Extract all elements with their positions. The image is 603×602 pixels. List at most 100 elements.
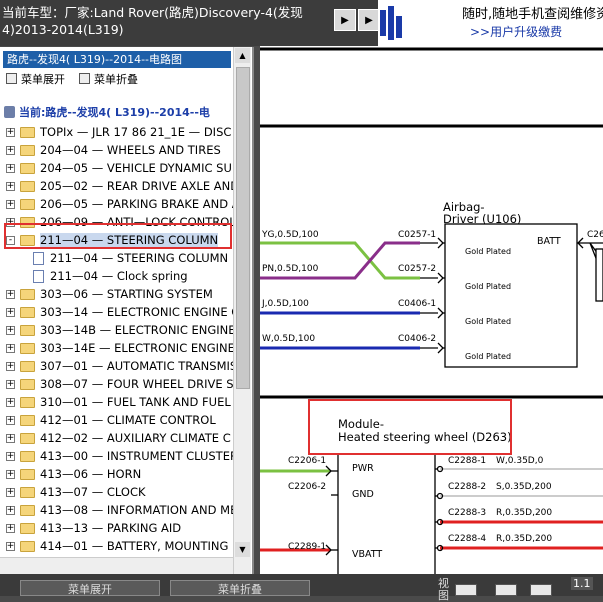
wire-label: W,0.5D,100: [262, 334, 315, 344]
top-bar: 当前车型：厂家:Land Rover(路虎)Discovery-4(发现 4)2…: [0, 0, 603, 46]
expand-toggle-icon[interactable]: +: [6, 145, 15, 155]
expand-toggle-icon[interactable]: +: [6, 307, 15, 317]
tree-hscrollbar[interactable]: [0, 557, 233, 574]
tree-panel: 路虎--发现4( L319)--2014--电路图 菜单展开 菜单折叠 当前:路…: [0, 47, 254, 574]
expand-toggle-icon[interactable]: +: [6, 289, 15, 299]
current-path: 当前:路虎--发现4( L319)--2014--电: [4, 104, 210, 120]
batt-label: BATT: [537, 236, 561, 247]
folder-icon: [20, 396, 35, 408]
tree-node[interactable]: +414—01 — BATTERY, MOUNTING: [6, 537, 228, 555]
tree-node[interactable]: +413—06 — HORN: [6, 465, 141, 483]
tree-panel-header: 路虎--发现4( L319)--2014--电路图: [3, 51, 231, 68]
connector-label: C0257-2: [398, 264, 436, 274]
tree-label: 412—01 — CLIMATE CONTROL: [40, 413, 216, 427]
tree-label: 204—04 — WHEELS AND TIRES: [40, 143, 221, 157]
tree-node[interactable]: +204—04 — WHEELS AND TIRES: [6, 141, 221, 159]
tree-label: 413—07 — CLOCK: [40, 485, 146, 499]
nav-next-button[interactable]: ▶: [334, 9, 356, 31]
expand-menu-button[interactable]: 菜单展开: [20, 580, 160, 596]
tree-node[interactable]: +205—02 — REAR DRIVE AXLE AND: [6, 177, 239, 195]
pin-label: Gold Plated: [465, 352, 511, 361]
arrow-right-icon: ▶: [365, 14, 373, 26]
expand-toggle-icon[interactable]: +: [6, 469, 15, 479]
tree-node[interactable]: +206—05 — PARKING BRAKE AND A: [6, 195, 240, 213]
expand-toggle-icon[interactable]: +: [6, 487, 15, 497]
expand-toggle-icon[interactable]: +: [6, 433, 15, 443]
view-button[interactable]: [495, 584, 517, 596]
promo-banner[interactable]: 随时,随地手机查阅维修资 >>用户升级缴费: [378, 0, 603, 46]
menu-expand-item[interactable]: 菜单展开: [6, 71, 65, 87]
tree-node[interactable]: +307—01 — AUTOMATIC TRANSMIS: [6, 357, 237, 375]
folder-icon: [20, 180, 35, 192]
tree-node[interactable]: +413—13 — PARKING AID: [6, 519, 181, 537]
connector-label: C0257-1: [398, 230, 436, 240]
arrow-right-icon: ▶: [341, 14, 349, 26]
tree-node[interactable]: +413—08 — INFORMATION AND ME: [6, 501, 237, 519]
folder-icon: [20, 378, 35, 390]
tree-node[interactable]: +310—01 — FUEL TANK AND FUEL: [6, 393, 231, 411]
tree-label: 413—06 — HORN: [40, 467, 142, 481]
tree-node[interactable]: +303—06 — STARTING SYSTEM: [6, 285, 213, 303]
menu-collapse-item[interactable]: 菜单折叠: [79, 71, 138, 87]
tree-label: 413—08 — INFORMATION AND ME: [40, 503, 238, 517]
version-label: 1.1: [571, 577, 593, 590]
tree-leaf[interactable]: 211—04 — STEERING COLUMN: [33, 249, 228, 267]
nav-last-button[interactable]: ▶: [358, 9, 380, 31]
logo-icon: [380, 6, 402, 40]
tree-label: 211—04 — Clock spring: [50, 269, 188, 283]
view-button[interactable]: [530, 584, 552, 596]
tree-scrollbar[interactable]: ▲ ▼: [233, 47, 251, 574]
expand-toggle-icon[interactable]: +: [6, 343, 15, 353]
tree-leaf[interactable]: 211—04 — Clock spring: [33, 267, 188, 285]
airbag-title: Driver (U106): [443, 212, 521, 226]
connector-label: C2289-1: [288, 542, 326, 552]
expand-toggle-icon[interactable]: +: [6, 451, 15, 461]
expand-icon: [6, 73, 17, 84]
tree-node[interactable]: +303—14 — ELECTRONIC ENGINE C: [6, 303, 239, 321]
folder-icon: [20, 522, 35, 534]
tree-node[interactable]: + TOPIx — JLR 17 86 21_1E — DISC: [6, 123, 231, 141]
tree-node[interactable]: +413—00 — INSTRUMENT CLUSTER: [6, 447, 238, 465]
highlight-box-tree: [4, 223, 232, 249]
expand-toggle-icon[interactable]: +: [6, 361, 15, 371]
expand-toggle-icon[interactable]: +: [6, 523, 15, 533]
tree-node[interactable]: +413—07 — CLOCK: [6, 483, 146, 501]
folder-icon: [20, 432, 35, 444]
pin-label: Gold Plated: [465, 317, 511, 326]
bottom-bar: 菜单展开 菜单折叠 视图 1.1: [0, 574, 603, 602]
expand-toggle-icon[interactable]: +: [6, 181, 15, 191]
expand-toggle-icon[interactable]: +: [6, 379, 15, 389]
tree-node[interactable]: +412—01 — CLIMATE CONTROL: [6, 411, 216, 429]
connector-label: C0406-2: [398, 334, 436, 344]
expand-toggle-icon[interactable]: +: [6, 163, 15, 173]
tree-label: 206—05 — PARKING BRAKE AND A: [40, 197, 240, 211]
connector-label: C0406-1: [398, 299, 436, 309]
tree-node[interactable]: +308—07 — FOUR WHEEL DRIVE SY: [6, 375, 241, 393]
wire-label: R,0.35D,200: [496, 534, 552, 544]
view-button[interactable]: [455, 584, 477, 596]
expand-toggle-icon[interactable]: +: [6, 127, 15, 137]
expand-toggle-icon[interactable]: +: [6, 397, 15, 407]
tree-node[interactable]: +204—05 — VEHICLE DYNAMIC SU: [6, 159, 232, 177]
wire-label: YG,0.5D,100: [261, 230, 319, 240]
folder-icon: [20, 468, 35, 480]
expand-toggle-icon[interactable]: +: [6, 199, 15, 209]
folder-icon: [20, 162, 35, 174]
tree-node[interactable]: +303—14E — ELECTRONIC ENGINE: [6, 339, 235, 357]
expand-toggle-icon[interactable]: +: [6, 541, 15, 551]
scroll-up-icon[interactable]: ▲: [235, 48, 250, 63]
expand-toggle-icon[interactable]: +: [6, 415, 15, 425]
upgrade-link[interactable]: >>用户升级缴费: [470, 23, 562, 40]
tree-label: 413—00 — INSTRUMENT CLUSTER: [40, 449, 238, 463]
expand-toggle-icon[interactable]: +: [6, 325, 15, 335]
pin-label: PWR: [352, 463, 374, 474]
tree-node[interactable]: +412—02 — AUXILIARY CLIMATE C: [6, 429, 231, 447]
scroll-down-icon[interactable]: ▼: [235, 542, 250, 557]
promo-text: 随时,随地手机查阅维修资: [462, 7, 603, 22]
scroll-thumb[interactable]: [236, 67, 250, 389]
folder-icon: [20, 144, 35, 156]
expand-toggle-icon[interactable]: +: [6, 505, 15, 515]
collapse-menu-button[interactable]: 菜单折叠: [170, 580, 310, 596]
tree-node[interactable]: +303—14B — ELECTRONIC ENGINE: [6, 321, 236, 339]
folder-icon: [20, 288, 35, 300]
